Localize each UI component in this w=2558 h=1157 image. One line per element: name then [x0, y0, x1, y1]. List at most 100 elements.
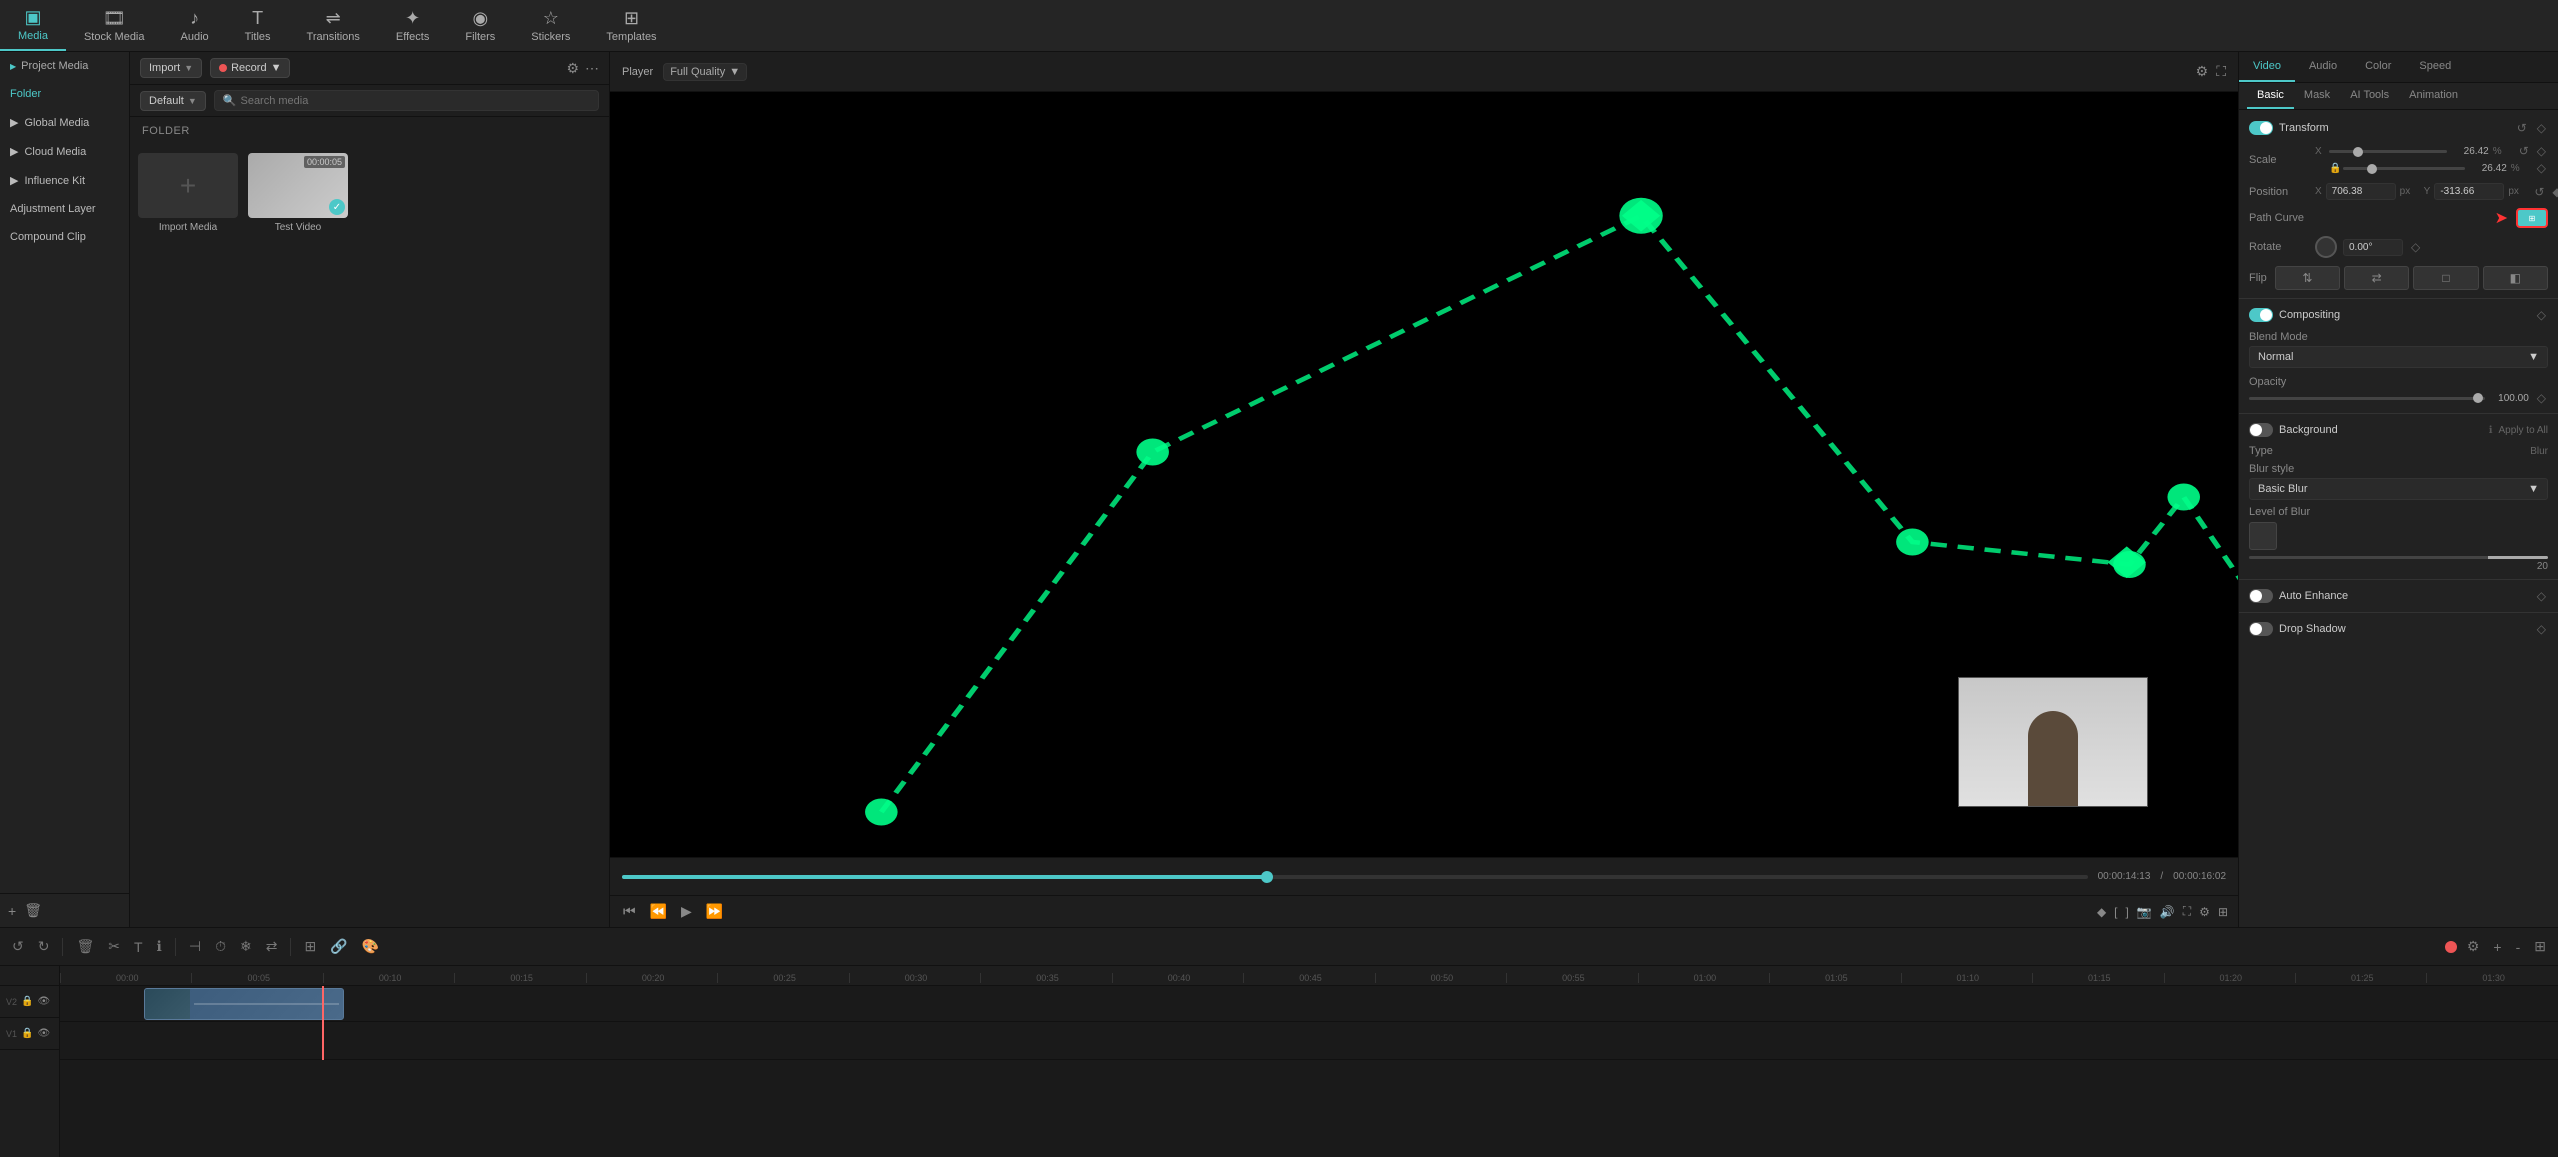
blur-style-select[interactable]: Basic Blur ▼ — [2249, 478, 2548, 500]
subtab-basic[interactable]: Basic — [2247, 83, 2294, 109]
position-keyframe[interactable]: ◆ — [2550, 185, 2558, 199]
canvas-area[interactable] — [610, 92, 2238, 857]
keyframe-button[interactable]: ◆ — [2097, 905, 2106, 919]
compositing-toggle[interactable] — [2249, 308, 2273, 322]
transform-keyframe-button[interactable]: ◇ — [2535, 121, 2548, 135]
drop-shadow-header[interactable]: Drop Shadow ◇ — [2239, 617, 2558, 641]
preview-expand-button[interactable]: ⛶ — [2216, 63, 2226, 80]
flip-btn4[interactable]: ◧ — [2483, 266, 2548, 290]
transform-reset-button[interactable]: ↺ — [2515, 121, 2529, 135]
layout-button[interactable]: ⊞ — [2218, 905, 2228, 919]
import-button[interactable]: Import ▼ — [140, 58, 202, 78]
split-button[interactable]: ⊣ — [185, 936, 205, 957]
nav-item-stock-media[interactable]: 🎞 Stock Media — [66, 0, 163, 51]
blend-mode-select[interactable]: Normal ▼ — [2249, 346, 2548, 368]
nav-item-filters[interactable]: ◉ Filters — [447, 0, 513, 51]
nav-item-templates[interactable]: ⊞ Templates — [588, 0, 674, 51]
quality-select[interactable]: Full Quality ▼ — [663, 63, 747, 81]
position-reset[interactable]: ↺ — [2532, 185, 2546, 199]
flip-vertical-button[interactable]: ⇄ — [2344, 266, 2409, 290]
scale-x-keyframe[interactable]: ◇ — [2535, 144, 2548, 158]
redo-button[interactable]: ↻ — [34, 936, 54, 957]
subtab-animation[interactable]: Animation — [2399, 83, 2468, 109]
opacity-slider[interactable] — [2249, 397, 2485, 400]
settings-button[interactable]: ⚙ — [2199, 905, 2210, 919]
in-point-button[interactable]: [ — [2114, 905, 2117, 919]
track1-eye-btn[interactable]: 👁 — [37, 1028, 50, 1039]
sidebar-item-influence-kit[interactable]: ▶ Influence Kit — [0, 166, 129, 195]
apply-to-all-button[interactable]: Apply to All — [2499, 425, 2548, 436]
sidebar-item-compound-clip[interactable]: Compound Clip — [0, 223, 129, 251]
transform-section-header[interactable]: Transform ↺ ◇ — [2239, 116, 2558, 140]
flip-horizontal-button[interactable]: ⇅ — [2275, 266, 2340, 290]
record-button[interactable]: Record ▼ — [210, 58, 290, 78]
track2-lock-btn[interactable]: 🔒 — [21, 996, 33, 1007]
frame-back-button[interactable]: ⏪ — [647, 903, 670, 920]
video-clip-2[interactable] — [144, 988, 344, 1020]
color-button[interactable]: 🎨 — [358, 936, 383, 957]
speed-button[interactable]: ⏱ — [211, 936, 230, 957]
undo-button[interactable]: ↺ — [8, 936, 28, 957]
background-info-icon[interactable]: ℹ — [2489, 425, 2493, 436]
progress-bar[interactable] — [622, 875, 2088, 879]
snap-button[interactable]: ⊞ — [300, 936, 320, 957]
text-button[interactable]: T — [130, 937, 147, 957]
nav-item-media[interactable]: ▣ Media — [0, 0, 66, 51]
volume-button[interactable]: 🔊 — [2160, 905, 2175, 919]
auto-enhance-toggle[interactable] — [2249, 589, 2273, 603]
import-media-item[interactable]: + Import Media — [138, 153, 238, 919]
tab-audio[interactable]: Audio — [2295, 52, 2351, 82]
nav-item-audio[interactable]: ♪ Audio — [163, 0, 227, 51]
position-x-input[interactable] — [2326, 183, 2396, 200]
snapshot-button[interactable]: 📷 — [2137, 905, 2152, 919]
rotate-dial[interactable] — [2315, 236, 2337, 258]
drop-shadow-toggle[interactable] — [2249, 622, 2273, 636]
sidebar-item-folder[interactable]: Folder — [0, 80, 129, 108]
rotate-input[interactable] — [2343, 239, 2403, 256]
compositing-keyframe[interactable]: ◇ — [2535, 308, 2548, 322]
frame-forward-button[interactable]: ⏩ — [703, 903, 726, 920]
scale-x-reset[interactable]: ↺ — [2517, 144, 2531, 158]
timeline-grid-btn[interactable]: ⊞ — [2530, 936, 2550, 957]
preview-settings-button[interactable]: ⚙ — [2196, 63, 2209, 80]
nav-item-stickers[interactable]: ☆ Stickers — [513, 0, 588, 51]
auto-enhance-header[interactable]: Auto Enhance ◇ — [2239, 584, 2558, 608]
rotate-keyframe[interactable]: ◇ — [2409, 240, 2422, 254]
tab-video[interactable]: Video — [2239, 52, 2295, 82]
drop-shadow-keyframe[interactable]: ◇ — [2535, 622, 2548, 636]
opacity-keyframe[interactable]: ◇ — [2535, 391, 2548, 405]
fullscreen-button[interactable]: ⛶ — [2183, 904, 2191, 919]
subtab-ai-tools[interactable]: AI Tools — [2340, 83, 2399, 109]
add-folder-button[interactable]: + — [8, 903, 16, 919]
text2-button[interactable]: ℹ — [153, 936, 166, 957]
position-y-input[interactable] — [2434, 183, 2504, 200]
cut-button[interactable]: ✂ — [104, 936, 124, 957]
auto-enhance-keyframe[interactable]: ◇ — [2535, 589, 2548, 603]
tab-speed[interactable]: Speed — [2405, 52, 2465, 82]
test-video-item[interactable]: 00:00:05 ✓ Test Video — [248, 153, 348, 919]
sidebar-item-global-media[interactable]: ▶ Global Media — [0, 108, 129, 137]
subtab-mask[interactable]: Mask — [2294, 83, 2340, 109]
delete-clip-button[interactable]: 🗑 — [72, 936, 98, 957]
background-toggle[interactable] — [2249, 423, 2273, 437]
transform-toggle[interactable] — [2249, 121, 2273, 135]
sidebar-item-adjustment-layer[interactable]: Adjustment Layer — [0, 195, 129, 223]
skip-back-button[interactable]: ⏮ — [620, 903, 639, 920]
out-point-button[interactable]: ] — [2126, 905, 2129, 919]
more-button[interactable]: ⋯ — [585, 60, 599, 77]
timeline-zoom-out-btn[interactable]: - — [2512, 937, 2525, 957]
default-view-button[interactable]: Default ▼ — [140, 91, 206, 111]
transition-btn[interactable]: ⇄ — [262, 936, 282, 957]
nav-item-transitions[interactable]: ⇌ Transitions — [289, 0, 378, 51]
tab-color[interactable]: Color — [2351, 52, 2405, 82]
delete-folder-button[interactable]: 🗑 — [24, 902, 42, 919]
flip-btn3[interactable]: □ — [2413, 266, 2478, 290]
nav-item-effects[interactable]: ✦ Effects — [378, 0, 447, 51]
filter-button[interactable]: ⚙ — [566, 60, 579, 77]
progress-thumb[interactable] — [1261, 871, 1273, 883]
search-input[interactable] — [240, 95, 590, 107]
link-button[interactable]: 🔗 — [326, 936, 351, 957]
track2-eye-btn[interactable]: 👁 — [37, 996, 50, 1007]
blur-level-slider[interactable] — [2249, 556, 2548, 559]
timeline-zoom-in-btn[interactable]: + — [2489, 937, 2505, 957]
